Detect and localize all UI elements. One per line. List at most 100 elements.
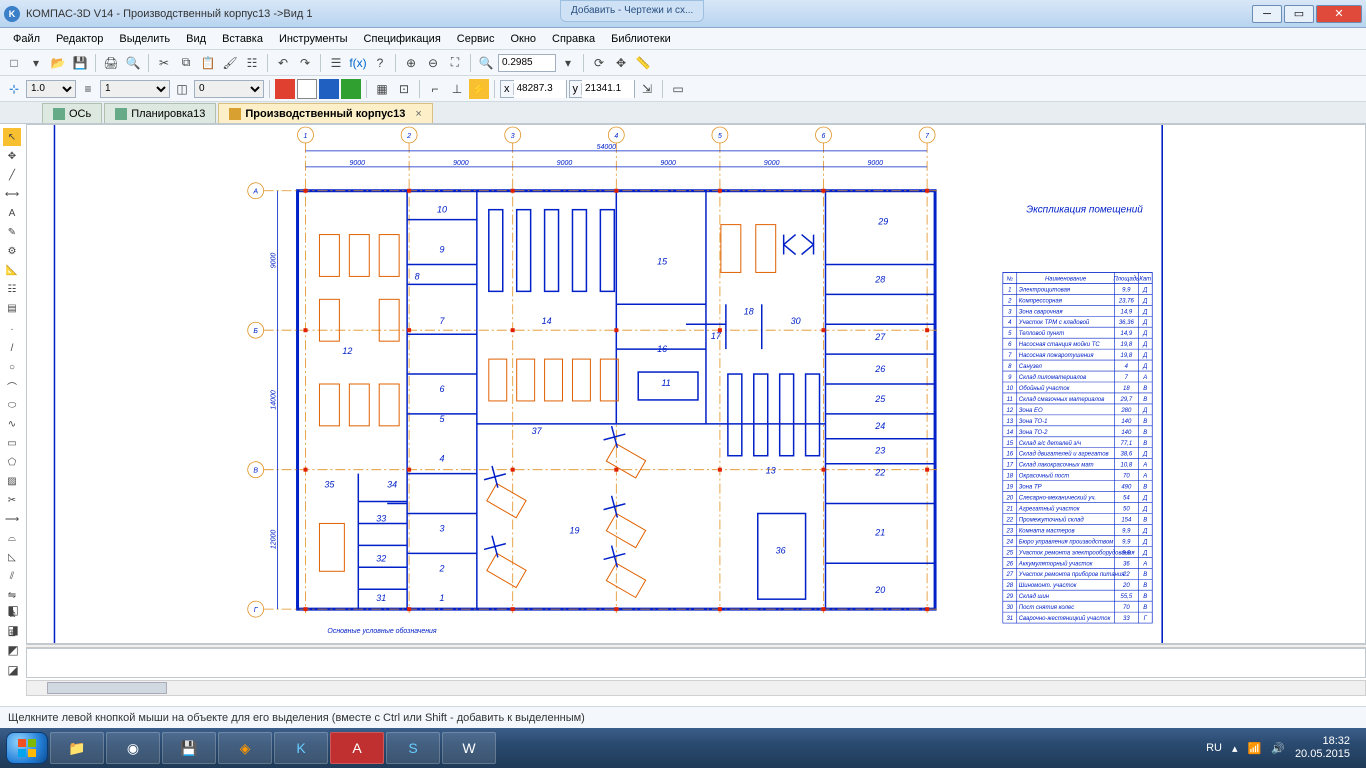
zoom-window-button[interactable]: 🔍 xyxy=(476,53,496,73)
circle-button[interactable]: ○ xyxy=(3,358,21,376)
manager-button[interactable]: ☰ xyxy=(326,53,346,73)
horizontal-scrollbar[interactable] xyxy=(26,680,1366,696)
chamfer-button[interactable]: ◺ xyxy=(3,548,21,566)
tray-flag-icon[interactable]: ▴ xyxy=(1232,742,1238,755)
edit-button[interactable]: ✎ xyxy=(3,223,21,241)
spline-button[interactable]: ∿ xyxy=(3,415,21,433)
cut-button[interactable]: ✂ xyxy=(154,53,174,73)
offset-button[interactable]: ⫽ xyxy=(3,567,21,585)
task-explorer[interactable]: 📁 xyxy=(50,732,104,764)
zoom-fit-button[interactable]: ⛶ xyxy=(445,53,465,73)
close-button[interactable]: ✕ xyxy=(1316,5,1362,23)
toggle-size-button[interactable]: ⇲ xyxy=(637,79,657,99)
scroll-thumb[interactable] xyxy=(47,682,167,694)
help-cursor-button[interactable]: ? xyxy=(370,53,390,73)
menu-view[interactable]: Вид xyxy=(179,31,213,47)
ellipse-button[interactable]: ⬭ xyxy=(3,396,21,414)
task-skype[interactable]: S xyxy=(386,732,440,764)
local-cs-button[interactable]: ⌐ xyxy=(425,79,445,99)
param-button[interactable]: ⚙ xyxy=(3,242,21,260)
extend-button[interactable]: ⟶ xyxy=(3,510,21,528)
selection-button[interactable]: ↖ xyxy=(3,128,21,146)
properties-panel[interactable] xyxy=(26,648,1366,678)
print-button[interactable]: 🖨 xyxy=(101,53,121,73)
measure-button[interactable]: 📏 xyxy=(633,53,653,73)
zoom-input[interactable] xyxy=(498,54,556,72)
task-adobe[interactable]: A xyxy=(330,732,384,764)
param-button[interactable]: ⚡ xyxy=(469,79,489,99)
measure2-button[interactable]: 📐 xyxy=(3,261,21,279)
paste-button[interactable]: 📋 xyxy=(198,53,218,73)
task-kompas[interactable]: K xyxy=(274,732,328,764)
step-select[interactable]: 1 xyxy=(100,80,170,98)
dim-button[interactable]: ⟷ xyxy=(3,185,21,203)
fillet-button[interactable]: ⌓ xyxy=(3,529,21,547)
redo-button[interactable]: ↷ xyxy=(295,53,315,73)
tab-planirovka[interactable]: Планировка13 xyxy=(104,103,216,123)
menu-select[interactable]: Выделить xyxy=(112,31,177,47)
maximize-button[interactable]: ▭ xyxy=(1284,5,1314,23)
task-totalcmd[interactable]: 💾 xyxy=(162,732,216,764)
coord-x-box[interactable]: x xyxy=(500,80,567,98)
linetype-button[interactable]: ≡ xyxy=(78,79,98,99)
preview-button[interactable]: 🔍 xyxy=(123,53,143,73)
zoom-in-button[interactable]: ⊕ xyxy=(401,53,421,73)
color2-button[interactable] xyxy=(297,79,317,99)
task-aimp[interactable]: ◈ xyxy=(218,732,272,764)
background-window-tab[interactable]: Добавить - Чертежи и сх... xyxy=(560,0,704,22)
poly-button[interactable]: ⬠ xyxy=(3,453,21,471)
line-button[interactable]: ╱ xyxy=(3,166,21,184)
zoom-dropdown[interactable]: ▾ xyxy=(558,53,578,73)
new-button[interactable]: □ xyxy=(4,53,24,73)
coord-x-input[interactable] xyxy=(514,80,566,98)
minimize-button[interactable]: ─ xyxy=(1252,5,1282,23)
hatch-button[interactable]: ▨ xyxy=(3,472,21,490)
format-painter-button[interactable]: 🖌 xyxy=(220,53,240,73)
coord-y-input[interactable] xyxy=(582,80,634,98)
copy-button[interactable]: ⧉ xyxy=(176,53,196,73)
tray-network-icon[interactable]: 📶 xyxy=(1248,742,1262,755)
menu-editor[interactable]: Редактор xyxy=(49,31,110,47)
report-button[interactable]: ▤ xyxy=(3,299,21,317)
aux2-button[interactable]: ◨ xyxy=(3,620,23,640)
tray-volume-icon[interactable]: 🔊 xyxy=(1271,742,1285,755)
compass-button[interactable]: ✥ xyxy=(3,147,21,165)
lineweight-select[interactable]: 1.0 xyxy=(26,80,76,98)
task-word[interactable]: W xyxy=(442,732,496,764)
start-button[interactable] xyxy=(6,732,48,764)
menu-insert[interactable]: Вставка xyxy=(215,31,270,47)
menu-file[interactable]: Файл xyxy=(6,31,47,47)
segment-button[interactable]: / xyxy=(3,339,21,357)
trim-button[interactable]: ✂ xyxy=(3,491,21,509)
undo-button[interactable]: ↶ xyxy=(273,53,293,73)
aux4-button[interactable]: ◪ xyxy=(3,660,23,680)
aux3-button[interactable]: ◩ xyxy=(3,640,23,660)
close-tab-icon[interactable]: × xyxy=(415,108,421,120)
color3-button[interactable] xyxy=(319,79,339,99)
coord-y-box[interactable]: y xyxy=(569,80,636,98)
zoom-out-button[interactable]: ⊖ xyxy=(423,53,443,73)
ortho-button[interactable]: ⊹ xyxy=(4,79,24,99)
open-button[interactable]: 📂 xyxy=(48,53,68,73)
color1-button[interactable] xyxy=(275,79,295,99)
color4-button[interactable] xyxy=(341,79,361,99)
variables-button[interactable]: f(x) xyxy=(348,53,368,73)
tray-lang[interactable]: RU xyxy=(1206,742,1222,754)
tab-production[interactable]: Производственный корпус13× xyxy=(218,103,432,123)
tray-clock[interactable]: 18:32 20.05.2015 xyxy=(1295,735,1350,761)
drawing-viewport[interactable]: 1234567 АБВГ 54000 900090009000900090009… xyxy=(26,124,1366,644)
menu-libraries[interactable]: Библиотеки xyxy=(604,31,678,47)
menu-service[interactable]: Сервис xyxy=(450,31,502,47)
properties-button[interactable]: ☷ xyxy=(242,53,262,73)
text-button[interactable]: A xyxy=(3,204,21,222)
task-chrome[interactable]: ◉ xyxy=(106,732,160,764)
new-dropdown[interactable]: ▾ xyxy=(26,53,46,73)
aux1-button[interactable]: ◧ xyxy=(3,600,23,620)
views-button[interactable]: ▭ xyxy=(668,79,688,99)
menu-tools[interactable]: Инструменты xyxy=(272,31,355,47)
rect-button[interactable]: ▭ xyxy=(3,434,21,452)
refresh-button[interactable]: ⟳ xyxy=(589,53,609,73)
spec-button[interactable]: ☷ xyxy=(3,280,21,298)
save-button[interactable]: 💾 xyxy=(70,53,90,73)
menu-help[interactable]: Справка xyxy=(545,31,602,47)
